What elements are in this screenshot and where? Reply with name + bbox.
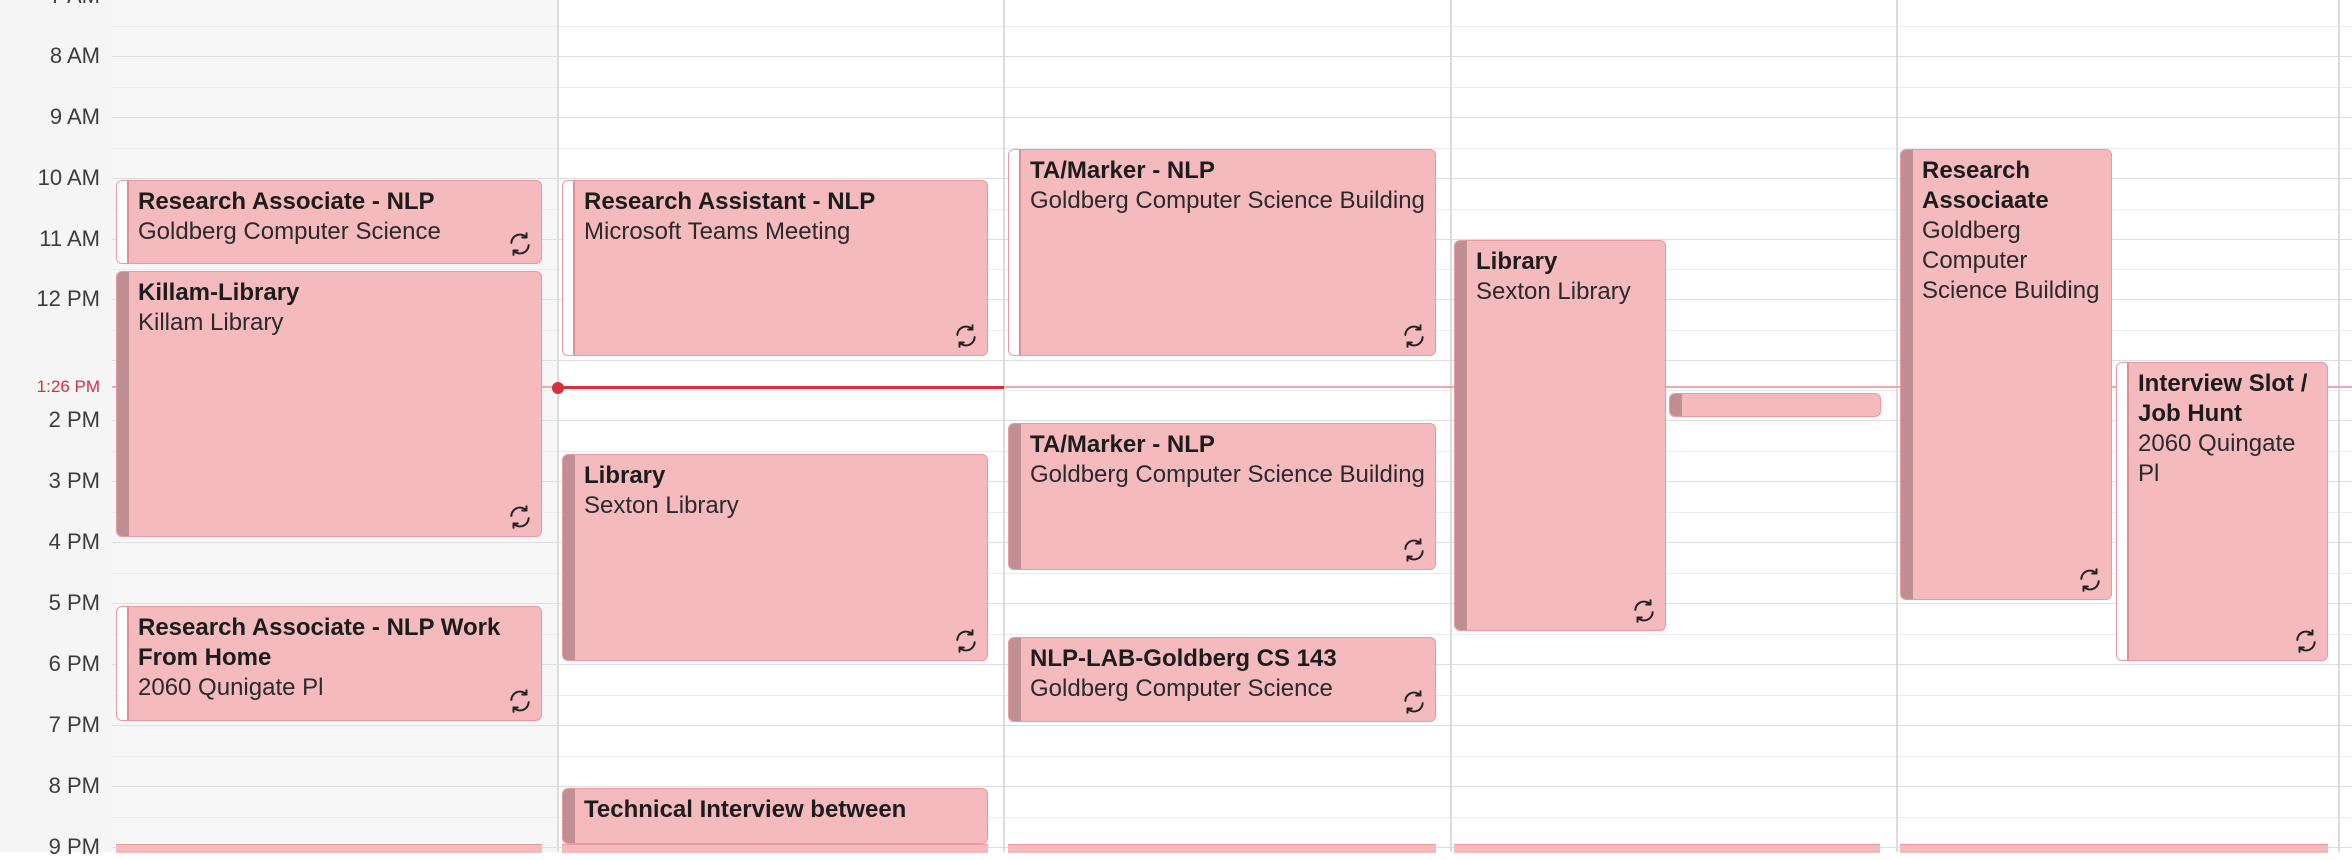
event-title: Interview Slot / Job Hunt 2060 Quingate P… bbox=[2138, 369, 2317, 489]
event-location: Goldberg Computer Science bbox=[138, 218, 441, 245]
repeat-icon bbox=[2293, 628, 2319, 654]
hour-label: 11 AM bbox=[39, 226, 100, 251]
event-status-bar bbox=[563, 181, 575, 355]
event-title: TA/Marker - NLP Goldberg Computer Science… bbox=[1030, 431, 1425, 488]
event-title: Library Sexton Library bbox=[1476, 247, 1655, 307]
repeat-icon bbox=[1401, 537, 1427, 563]
event-location: Killam Library bbox=[138, 309, 284, 336]
hour-label: 8 AM bbox=[49, 43, 100, 68]
event-title: Technical Interview between bbox=[584, 796, 907, 823]
event-status-bar bbox=[563, 455, 575, 660]
repeat-icon bbox=[507, 688, 533, 714]
event-research-associate-wfh[interactable]: Research Associate - NLP Work From Home 2… bbox=[116, 606, 542, 721]
event-status-bar bbox=[117, 272, 129, 536]
event-location: Goldberg Computer Science Building bbox=[1030, 461, 1425, 488]
repeat-icon bbox=[953, 628, 979, 654]
event-status-bar bbox=[1009, 638, 1021, 721]
event-research-associate-nlp[interactable]: Research Associate - NLP Goldberg Compute… bbox=[116, 180, 542, 264]
hour-label: 9 PM bbox=[48, 834, 100, 859]
event-ta-marker-nlp[interactable]: TA/Marker - NLP Goldberg Computer Science… bbox=[1008, 149, 1436, 356]
event-status-bar bbox=[1670, 394, 1682, 416]
hour-label: 4 PM bbox=[48, 529, 100, 554]
hour-label: 6 PM bbox=[48, 651, 100, 676]
current-time-line-today bbox=[558, 386, 1004, 389]
day-divider bbox=[2338, 0, 2340, 852]
event-location: Goldberg Computer Science bbox=[1030, 675, 1333, 702]
event-technical-interview[interactable]: Technical Interview between bbox=[562, 788, 988, 844]
event-title: NLP-LAB-Goldberg CS 143 Goldberg Computer… bbox=[1030, 644, 1425, 704]
event-location: Goldberg Computer Science Building bbox=[1922, 217, 2100, 304]
event-title: Research Assistant - NLP Microsoft Teams … bbox=[584, 187, 977, 247]
day-divider bbox=[1450, 0, 1452, 852]
event-research-associaate[interactable]: Research Associaate Goldberg Computer Sci… bbox=[1900, 149, 2112, 600]
event-title: Library Sexton Library bbox=[584, 461, 977, 521]
day-divider bbox=[1896, 0, 1898, 852]
event-location: Goldberg Computer Science Building bbox=[1030, 187, 1425, 214]
repeat-icon bbox=[1631, 598, 1657, 624]
repeat-icon bbox=[507, 504, 533, 530]
current-time-dot bbox=[552, 382, 564, 394]
event-interview-slot[interactable]: Interview Slot / Job Hunt 2060 Quingate P… bbox=[2116, 362, 2328, 661]
time-gutter: 7 AM 8 AM 9 AM 10 AM 11 AM 12 PM 1:26 PM… bbox=[0, 0, 113, 859]
event-library-sexton[interactable]: Library Sexton Library bbox=[562, 454, 988, 661]
hour-label: 7 PM bbox=[48, 712, 100, 737]
event-research-assistant-nlp[interactable]: Research Assistant - NLP Microsoft Teams … bbox=[562, 180, 988, 356]
event-title: Research Associate - NLP Work From Home 2… bbox=[138, 613, 531, 703]
event-nlp-lab[interactable]: NLP-LAB-Goldberg CS 143 Goldberg Computer… bbox=[1008, 637, 1436, 722]
repeat-icon bbox=[953, 323, 979, 349]
event-location: 2060 Qunigate Pl bbox=[138, 674, 324, 701]
event-location: Sexton Library bbox=[584, 492, 739, 519]
event-location: Sexton Library bbox=[1476, 278, 1631, 305]
repeat-icon bbox=[507, 231, 533, 257]
event-status-bar bbox=[117, 181, 129, 263]
event-status-bar bbox=[1009, 424, 1021, 569]
event-title: Research Associate - NLP Goldberg Compute… bbox=[138, 187, 531, 247]
event-title: Research Associaate Goldberg Computer Sci… bbox=[1922, 157, 2100, 304]
hour-label: 8 PM bbox=[48, 773, 100, 798]
hour-label: 9 AM bbox=[49, 104, 100, 129]
event-ta-marker-nlp-2[interactable]: TA/Marker - NLP Goldberg Computer Science… bbox=[1008, 423, 1436, 570]
event-status-bar bbox=[117, 607, 129, 720]
event-status-bar bbox=[1009, 150, 1021, 355]
hour-label: 2 PM bbox=[48, 407, 100, 432]
event-status-bar bbox=[563, 789, 575, 843]
repeat-icon bbox=[1401, 323, 1427, 349]
repeat-icon bbox=[2077, 567, 2103, 593]
event-status-bar bbox=[1455, 241, 1467, 630]
current-time-label: 1:26 PM bbox=[36, 377, 100, 396]
event-status-bar bbox=[2117, 363, 2129, 660]
event-library-sexton-2[interactable]: Library Sexton Library bbox=[1454, 240, 1666, 631]
event-location: Microsoft Teams Meeting bbox=[584, 218, 851, 245]
hour-label: 12 PM bbox=[36, 286, 100, 311]
hour-label: 5 PM bbox=[48, 590, 100, 615]
event-title: Killam-Library Killam Library bbox=[138, 278, 531, 338]
hour-label: 10 AM bbox=[37, 165, 100, 190]
hour-label: 7 AM bbox=[0, 0, 100, 9]
event-status-bar bbox=[1901, 150, 1913, 599]
event-killam-library[interactable]: Killam-Library Killam Library bbox=[116, 271, 542, 537]
event-location: 2060 Quingate Pl bbox=[2138, 430, 2296, 487]
day-divider bbox=[1003, 0, 1005, 852]
event-title: TA/Marker - NLP Goldberg Computer Science… bbox=[1030, 157, 1425, 214]
repeat-icon bbox=[1401, 689, 1427, 715]
event-short-untitled[interactable] bbox=[1669, 393, 1881, 417]
hour-label: 3 PM bbox=[48, 468, 100, 493]
day-divider bbox=[557, 0, 559, 852]
